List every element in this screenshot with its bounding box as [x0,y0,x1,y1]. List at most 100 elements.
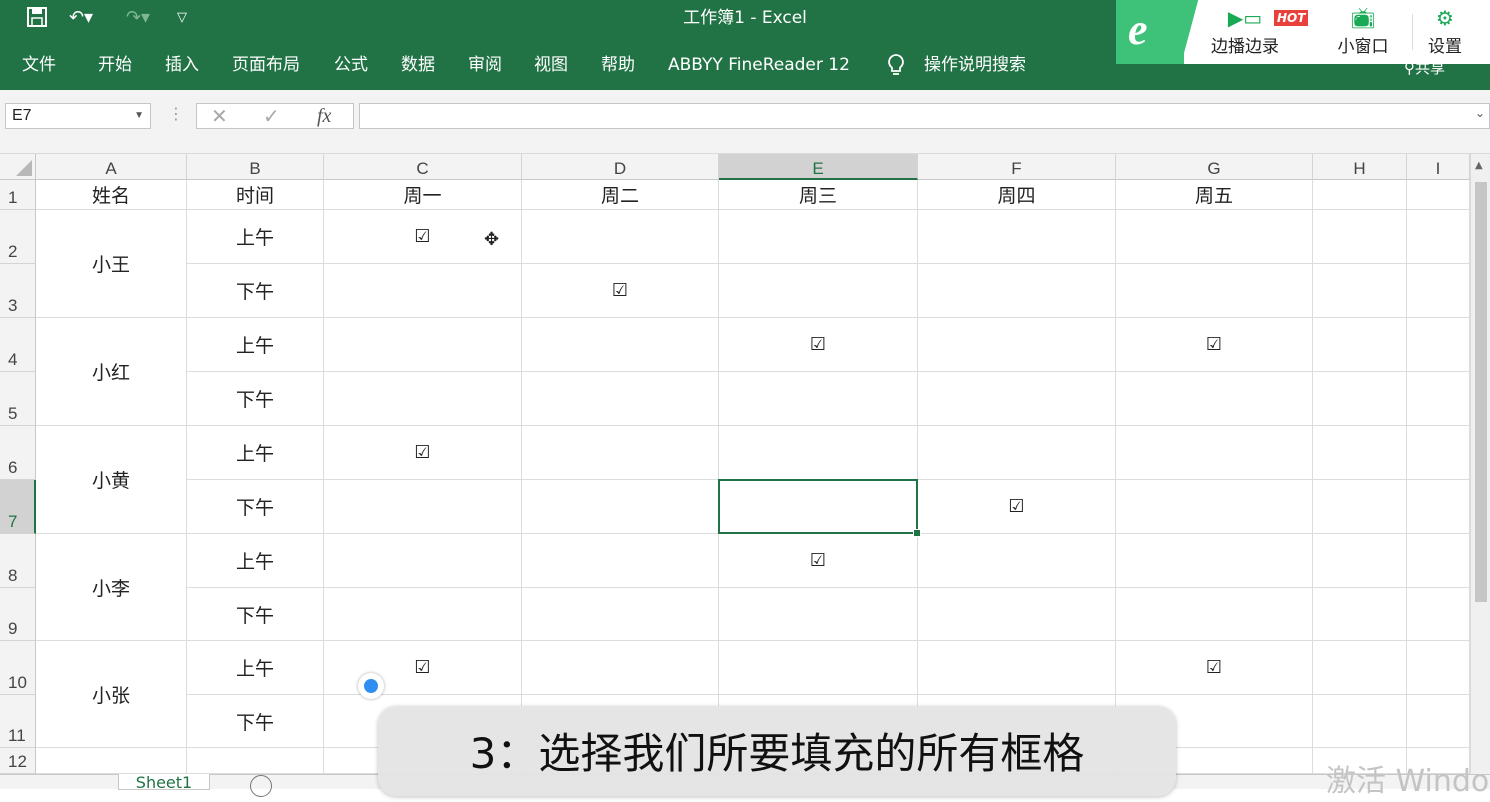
column-header-b[interactable]: B [187,154,324,180]
cell-i1[interactable] [1407,180,1470,210]
cell-a12[interactable] [36,748,187,774]
tab-data[interactable]: 数据 [401,53,435,77]
cell-b11[interactable]: 下午 [187,695,324,748]
name-cell[interactable]: 小王 [36,210,187,318]
tab-review[interactable]: 审阅 [468,53,502,77]
cell-d7[interactable] [522,480,719,534]
cell-c6[interactable]: ☑ [324,426,522,480]
cell-f2[interactable] [918,210,1116,264]
checkbox-checked-icon[interactable]: ☑ [414,442,430,463]
cell-c8[interactable] [324,534,522,588]
cell-g4[interactable]: ☑ [1116,318,1313,372]
tab-help[interactable]: 帮助 [601,53,635,77]
column-header-e[interactable]: E [719,154,918,180]
row-header-8[interactable]: 8 [0,534,36,588]
row-header-1[interactable]: 1 [0,180,36,210]
cell-f5[interactable] [918,372,1116,426]
cell-h6[interactable] [1313,426,1407,480]
column-header-f[interactable]: F [918,154,1116,180]
cell-i11[interactable] [1407,695,1470,748]
cell-g2[interactable] [1116,210,1313,264]
cell-c5[interactable] [324,372,522,426]
chevron-down-icon[interactable]: ▼ [134,104,144,128]
column-header-a[interactable]: A [36,154,187,180]
cell-i7[interactable] [1407,480,1470,534]
cell-g9[interactable] [1116,588,1313,641]
cell-i2[interactable] [1407,210,1470,264]
cell-f4[interactable] [918,318,1116,372]
cell-b5[interactable]: 下午 [187,372,324,426]
cell-c10[interactable]: ☑ [324,641,522,695]
cell-e1[interactable]: 周三 [719,180,918,210]
cell-d4[interactable] [522,318,719,372]
cell-b8[interactable]: 上午 [187,534,324,588]
drag-handle-icon[interactable]: ⋮ [168,104,184,123]
cell-e9[interactable] [719,588,918,641]
formula-input[interactable]: ⌄ [359,103,1490,129]
sheet-tab-sheet1[interactable]: Sheet1 [118,774,210,790]
scrollbar-thumb[interactable] [1475,182,1487,602]
select-all-corner[interactable] [0,154,36,180]
column-header-c[interactable]: C [324,154,522,180]
cell-d9[interactable] [522,588,719,641]
tab-insert[interactable]: 插入 [165,53,199,77]
cell-e2[interactable] [719,210,918,264]
tab-view[interactable]: 视图 [534,53,568,77]
cell-f10[interactable] [918,641,1116,695]
row-header-3[interactable]: 3 [0,264,36,318]
cell-i9[interactable] [1407,588,1470,641]
cell-i8[interactable] [1407,534,1470,588]
cell-f7[interactable]: ☑ [918,480,1116,534]
cell-d2[interactable] [522,210,719,264]
tab-home[interactable]: 开始 [98,53,132,77]
row-header-9[interactable]: 9 [0,588,36,641]
cell-h5[interactable] [1313,372,1407,426]
cell-d3[interactable]: ☑ [522,264,719,318]
cell-c9[interactable] [324,588,522,641]
cell-a1[interactable]: 姓名 [36,180,187,210]
cell-g6[interactable] [1116,426,1313,480]
tab-file[interactable]: 文件 [22,53,56,77]
name-box[interactable]: E7 ▼ [5,103,151,129]
cell-i5[interactable] [1407,372,1470,426]
cancel-icon[interactable]: ✕ [211,104,228,128]
row-header-4[interactable]: 4 [0,318,36,372]
tell-me-search[interactable]: 操作说明搜索 [924,53,1026,77]
cell-d5[interactable] [522,372,719,426]
insert-function-icon[interactable]: fx [317,104,331,128]
tab-abbyy[interactable]: ABBYY FineReader 12 [668,53,850,77]
cell-b6[interactable]: 上午 [187,426,324,480]
cell-c1[interactable]: 周一 [324,180,522,210]
name-cell[interactable]: 小李 [36,534,187,641]
row-header-2[interactable]: 2 [0,210,36,264]
cell-b4[interactable]: 上午 [187,318,324,372]
cell-e8[interactable]: ☑ [719,534,918,588]
cell-g1[interactable]: 周五 [1116,180,1313,210]
cell-i3[interactable] [1407,264,1470,318]
cell-h9[interactable] [1313,588,1407,641]
cell-h8[interactable] [1313,534,1407,588]
cell-b3[interactable]: 下午 [187,264,324,318]
cell-d8[interactable] [522,534,719,588]
column-header-h[interactable]: H [1313,154,1407,180]
cell-c3[interactable] [324,264,522,318]
row-header-10[interactable]: 10 [0,641,36,695]
cell-b1[interactable]: 时间 [187,180,324,210]
name-cell[interactable]: 小张 [36,641,187,748]
cell-g8[interactable] [1116,534,1313,588]
cell-e4[interactable]: ☑ [719,318,918,372]
column-header-g[interactable]: G [1116,154,1313,180]
cell-e6[interactable] [719,426,918,480]
vertical-scrollbar[interactable]: ▲ [1470,154,1490,789]
cell-h2[interactable] [1313,210,1407,264]
cell-f6[interactable] [918,426,1116,480]
cell-g5[interactable] [1116,372,1313,426]
name-cell[interactable]: 小红 [36,318,187,426]
enter-icon[interactable]: ✓ [263,104,280,128]
worksheet-grid[interactable]: A B C D E F G H I 1 2 3 4 5 6 7 8 9 10 11 12 姓名 时间 周一 周二 周三 周四 周五 小王… [0,154,1490,789]
checkbox-checked-icon[interactable]: ☑ [810,334,826,355]
cell-b9[interactable]: 下午 [187,588,324,641]
cell-c4[interactable] [324,318,522,372]
cell-d6[interactable] [522,426,719,480]
cell-c7[interactable] [324,480,522,534]
